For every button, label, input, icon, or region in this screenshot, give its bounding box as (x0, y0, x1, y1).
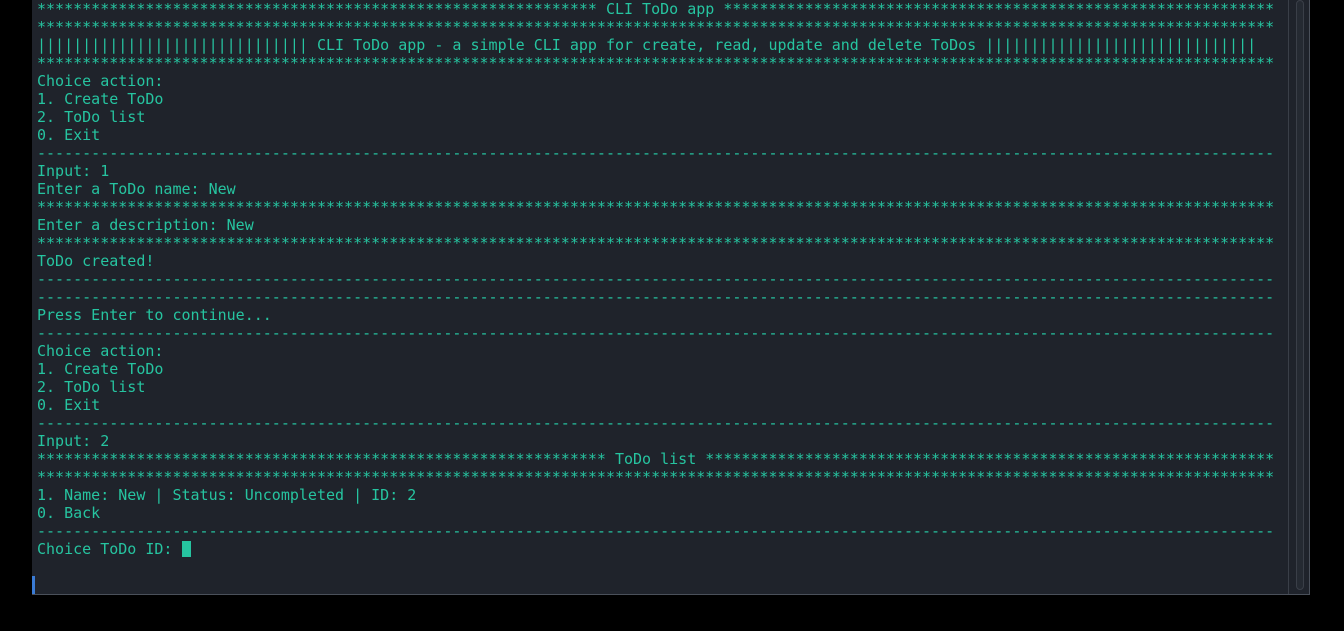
menu-option-create: 1. Create ToDo (37, 360, 164, 378)
dash-separator-line: ----------------------------------------… (37, 144, 1275, 162)
banner-title-line: ****************************************… (37, 0, 1275, 18)
menu-heading: Choice action: (37, 342, 164, 360)
menu-option-list: 2. ToDo list (37, 108, 146, 126)
text-cursor (181, 541, 191, 557)
menu-option-create: 1. Create ToDo (37, 90, 164, 108)
banner-separator-line: ****************************************… (37, 18, 1275, 36)
dash-separator-line: ----------------------------------------… (37, 288, 1275, 306)
scrollbar-track[interactable] (1288, 0, 1309, 594)
back-option-line: 0. Back (37, 504, 101, 522)
star-separator-line: ****************************************… (37, 198, 1275, 216)
dash-separator-line: ----------------------------------------… (37, 270, 1275, 288)
line-marker (32, 576, 35, 594)
prompt-label: Choice ToDo ID: (37, 540, 182, 558)
dash-separator-line: ----------------------------------------… (37, 522, 1275, 540)
todo-list-item: 1. Name: New | Status: Uncompleted | ID:… (37, 486, 417, 504)
dash-separator-line: ----------------------------------------… (37, 414, 1275, 432)
dash-separator-line: ----------------------------------------… (37, 324, 1275, 342)
menu-option-list: 2. ToDo list (37, 378, 146, 396)
menu-heading: Choice action: (37, 72, 164, 90)
terminal-output: ****************************************… (37, 0, 1283, 594)
input-echo-line: Input: 1 (37, 162, 110, 180)
banner-separator-line: ****************************************… (37, 54, 1275, 72)
star-separator-line: ****************************************… (37, 468, 1275, 486)
terminal-window[interactable]: ****************************************… (32, 0, 1310, 595)
input-echo-line: Input: 2 (37, 432, 110, 450)
status-message-line: ToDo created! (37, 252, 155, 270)
todo-name-line: Enter a ToDo name: New (37, 180, 236, 198)
banner-description-line: |||||||||||||||||||||||||||||| CLI ToDo … (37, 36, 1257, 54)
input-prompt-line[interactable]: Choice ToDo ID: (37, 540, 1283, 558)
continue-prompt-line: Press Enter to continue... (37, 306, 272, 324)
todo-list-title-line: ****************************************… (37, 450, 1275, 468)
todo-description-line: Enter a description: New (37, 216, 254, 234)
menu-option-exit: 0. Exit (37, 126, 101, 144)
scrollbar-thumb[interactable] (1296, 0, 1304, 590)
menu-option-exit: 0. Exit (37, 396, 101, 414)
star-separator-line: ****************************************… (37, 234, 1275, 252)
